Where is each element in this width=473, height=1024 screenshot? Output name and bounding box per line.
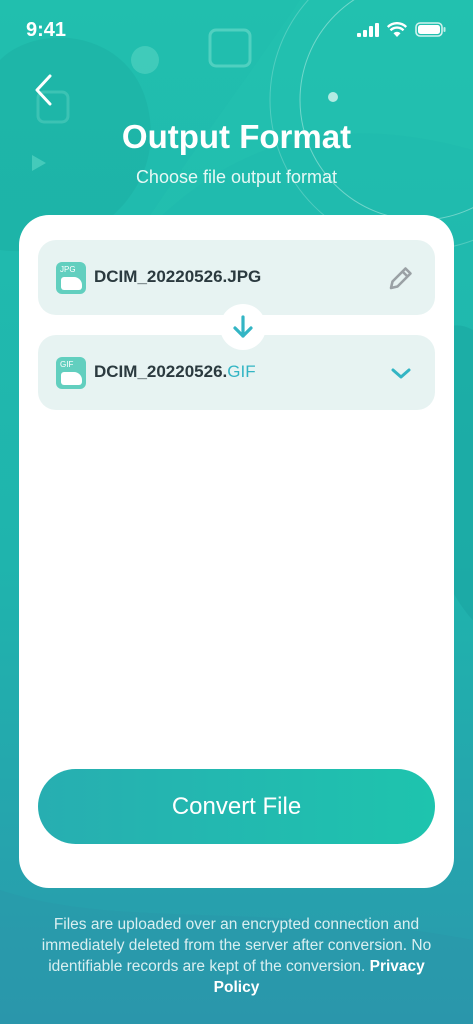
- file-type-tag: JPG: [60, 265, 76, 274]
- output-file-name: DCIM_20220526.GIF: [94, 362, 256, 382]
- gif-file-icon: GIF: [56, 357, 86, 389]
- page-title: Output Format: [121, 118, 352, 155]
- back-button[interactable]: [22, 68, 66, 112]
- status-bar: 9:41: [0, 0, 473, 62]
- status-time: 9:41: [26, 19, 67, 41]
- output-file-basename: DCIM_20220526.: [94, 362, 228, 381]
- privacy-notice: Files are uploaded over an encrypted con…: [30, 914, 443, 998]
- chevron-down-icon: [391, 368, 411, 379]
- conversion-arrow: [220, 304, 266, 350]
- format-dropdown-toggle[interactable]: [387, 359, 415, 387]
- pencil-icon: [389, 267, 412, 290]
- jpg-file-icon: JPG: [56, 262, 86, 294]
- edit-filename-button[interactable]: [387, 264, 415, 292]
- status-icons: [357, 22, 447, 37]
- file-type-tag: GIF: [60, 360, 74, 369]
- page-subtitle: Choose file output format: [135, 167, 338, 187]
- signal-icon: [357, 22, 379, 37]
- convert-file-button[interactable]: Convert File: [38, 769, 435, 844]
- chevron-left-icon: [35, 74, 52, 106]
- battery-icon: [415, 22, 446, 37]
- wifi-icon: [387, 22, 407, 37]
- arrow-down-icon: [233, 315, 253, 338]
- output-file-extension: GIF: [227, 362, 256, 381]
- source-file-name: DCIM_20220526.JPG: [94, 267, 262, 286]
- format-card: JPG DCIM_20220526.JPG GIF DCIM_20220526.…: [19, 215, 454, 888]
